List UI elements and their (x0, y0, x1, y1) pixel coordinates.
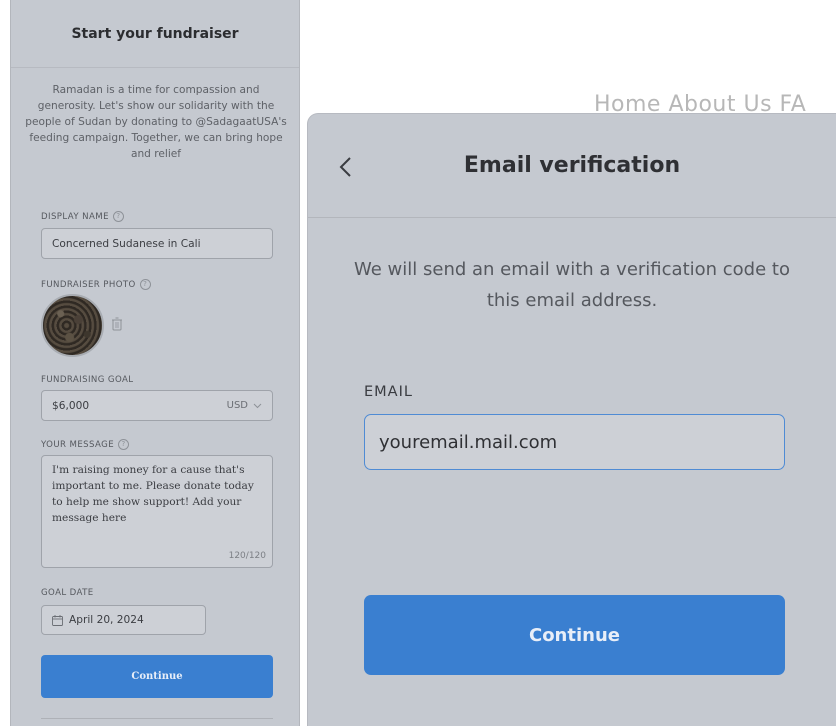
your-message-label: YOUR MESSAGE ? (41, 439, 130, 450)
fundraiser-photo[interactable] (41, 294, 104, 357)
display-name-input[interactable]: Concerned Sudanese in Cali (41, 228, 273, 259)
email-verification-header: Email verification (308, 114, 836, 218)
email-verification-title: Email verification (463, 153, 681, 178)
help-icon[interactable]: ? (139, 279, 151, 290)
fundraiser-title: Start your fundraiser (71, 25, 239, 42)
fundraiser-continue-button[interactable]: Continue (41, 655, 273, 698)
character-count: 120/120 (228, 551, 266, 561)
goal-date-label: GOAL DATE (41, 588, 94, 598)
trash-icon[interactable] (111, 317, 123, 331)
display-name-label: DISPLAY NAME ? (41, 211, 124, 222)
fundraising-goal-label: FUNDRAISING GOAL (41, 375, 134, 385)
currency-select[interactable]: USD (227, 400, 262, 411)
help-icon[interactable]: ? (118, 439, 130, 450)
fundraiser-photo-label: FUNDRAISER PHOTO ? (41, 279, 151, 290)
email-continue-button[interactable]: Continue (364, 595, 785, 675)
email-verification-description: We will send an email with a verificatio… (354, 259, 790, 311)
email-input[interactable]: youremail.mail.com (364, 414, 785, 470)
message-textarea[interactable]: I'm raising money for a cause that's imp… (41, 455, 273, 568)
chevron-down-icon (253, 403, 262, 408)
fundraiser-header: Start your fundraiser (11, 0, 299, 68)
help-icon[interactable]: ? (112, 211, 124, 222)
calendar-icon (52, 614, 63, 626)
back-chevron-icon[interactable] (338, 156, 354, 178)
fundraising-goal-input[interactable]: $6,000 USD (41, 390, 273, 421)
goal-date-input[interactable]: April 20, 2024 (41, 605, 206, 635)
email-verification-modal: Email verification We will send an email… (308, 114, 836, 726)
fundraiser-intro: Ramadan is a time for compassion and gen… (25, 84, 287, 160)
email-label: EMAIL (364, 384, 413, 400)
fundraiser-form-panel: Start your fundraiser Ramadan is a time … (10, 0, 300, 726)
divider (41, 718, 273, 719)
